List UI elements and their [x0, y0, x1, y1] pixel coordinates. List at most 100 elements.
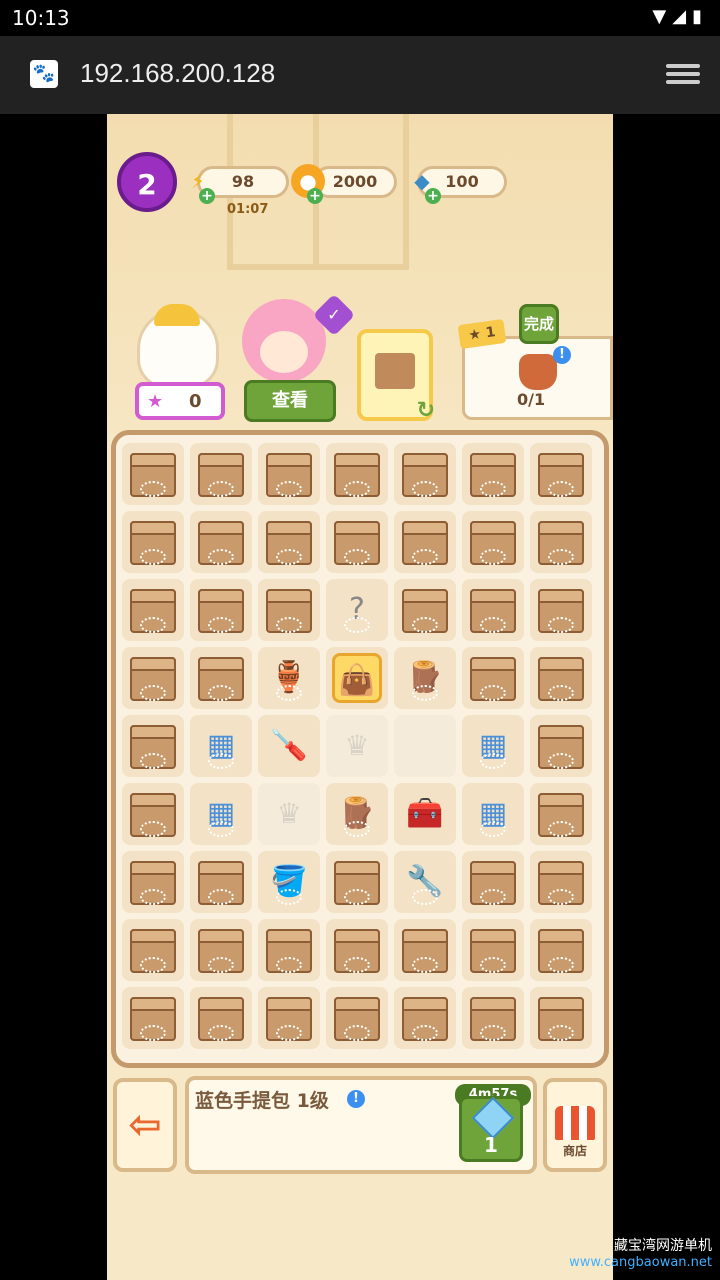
url-field[interactable]: 192.168.200.128	[80, 58, 275, 89]
board-tile-box[interactable]	[122, 919, 184, 981]
board-tile-box[interactable]	[258, 987, 320, 1049]
task-progress: 0/1	[517, 390, 546, 409]
board-tile-crown[interactable]: ♛	[326, 715, 388, 777]
board-tile-box[interactable]	[326, 919, 388, 981]
board-tile-web-item[interactable]: 🪵	[394, 647, 456, 709]
cobweb-icon	[412, 685, 438, 701]
board-tile-web[interactable]: ?	[326, 579, 388, 641]
board-tile-box[interactable]	[326, 511, 388, 573]
order-card[interactable]: ↻	[357, 329, 435, 423]
sell-button[interactable]: 1	[459, 1096, 523, 1162]
board-tile-box[interactable]	[462, 919, 524, 981]
board-tile-box[interactable]	[462, 647, 524, 709]
board-tile-box[interactable]	[122, 851, 184, 913]
board-tile-box[interactable]	[258, 919, 320, 981]
board-tile-box[interactable]	[190, 919, 252, 981]
board-tile-box[interactable]	[122, 783, 184, 845]
board-tile-box[interactable]	[530, 987, 592, 1049]
cobweb-icon	[344, 617, 370, 633]
cobweb-icon	[344, 889, 370, 905]
board-tile-box[interactable]	[530, 783, 592, 845]
paw-icon[interactable]: 🐾	[30, 60, 58, 88]
board-tile-box[interactable]	[122, 647, 184, 709]
board-tile-box[interactable]	[530, 443, 592, 505]
cobweb-icon	[208, 1025, 234, 1041]
cobweb-icon	[412, 481, 438, 497]
add-gems-icon[interactable]: +	[425, 188, 441, 204]
task-star-value: 1	[484, 324, 497, 342]
board-tile-toolbox[interactable]: 🧰	[394, 783, 456, 845]
board-tile-web-pot[interactable]: 🪣	[258, 851, 320, 913]
board-tile-web-tool[interactable]: 🔧	[394, 851, 456, 913]
item-info-icon[interactable]: !	[347, 1090, 365, 1108]
cobweb-icon	[344, 481, 370, 497]
board-tile-box[interactable]	[394, 443, 456, 505]
cobweb-icon	[548, 617, 574, 633]
cobweb-icon	[480, 685, 506, 701]
board-tile-web-item[interactable]: 🪵	[326, 783, 388, 845]
info-icon[interactable]: !	[553, 346, 571, 364]
board-tile-screwdriver[interactable]: 🪛	[258, 715, 320, 777]
add-energy-icon[interactable]: +	[199, 188, 215, 204]
board-tile-box[interactable]	[258, 579, 320, 641]
board-tile-box[interactable]	[258, 443, 320, 505]
menu-icon[interactable]	[666, 60, 700, 90]
complete-button[interactable]: 完成	[519, 304, 559, 344]
board-tile-box[interactable]	[462, 579, 524, 641]
refresh-arrow-icon: ↻	[416, 398, 435, 423]
board-tile-box[interactable]	[326, 851, 388, 913]
board-tile-box[interactable]	[530, 851, 592, 913]
add-coins-icon[interactable]: +	[307, 188, 323, 204]
exit-button[interactable]: ⇦	[113, 1078, 177, 1172]
player-level-badge[interactable]: 2	[117, 152, 177, 212]
board-tile-box[interactable]	[462, 987, 524, 1049]
board-tile-box[interactable]	[394, 919, 456, 981]
board-tile-web-blue[interactable]: ▦	[190, 783, 252, 845]
board-tile-box[interactable]	[122, 987, 184, 1049]
bunny-character[interactable]	[137, 304, 219, 389]
board-tile-box[interactable]	[190, 987, 252, 1049]
girl-character[interactable]	[242, 299, 326, 383]
board-tile-box[interactable]	[122, 511, 184, 573]
board-tile-box[interactable]	[530, 579, 592, 641]
cobweb-icon	[548, 889, 574, 905]
glove-icon	[519, 354, 557, 390]
cobweb-icon	[344, 821, 370, 837]
shop-button[interactable]: 商店	[543, 1078, 607, 1172]
board-tile-box[interactable]	[190, 443, 252, 505]
cobweb-icon	[276, 1025, 302, 1041]
board-tile-box[interactable]	[190, 647, 252, 709]
board-tile-box[interactable]	[394, 511, 456, 573]
board-tile-box[interactable]	[530, 715, 592, 777]
board-tile-web-vase[interactable]: 🏺	[258, 647, 320, 709]
board-tile-box[interactable]	[394, 987, 456, 1049]
board-tile-box[interactable]	[462, 443, 524, 505]
board-tile-box[interactable]	[462, 511, 524, 573]
board-tile-box[interactable]	[122, 715, 184, 777]
board-tile-web-blue[interactable]: ▦	[462, 783, 524, 845]
board-tile-web-blue[interactable]: ▦	[462, 715, 524, 777]
board-tile-bag[interactable]: 👜	[326, 647, 388, 709]
merge-board: ? 🏺 👜 🪵 ▦ 🪛 ♛ ▦ ▦ ♛ 🪵 🧰 ▦ 🪣 🔧	[111, 430, 609, 1068]
board-tile-box[interactable]	[394, 579, 456, 641]
board-tile-web-blue[interactable]: ▦	[190, 715, 252, 777]
board-tile-box[interactable]	[326, 987, 388, 1049]
board-tile-empty[interactable]	[394, 715, 456, 777]
view-button[interactable]: 查看	[244, 380, 336, 422]
board-tile-box[interactable]	[122, 443, 184, 505]
board-tile-box[interactable]	[122, 579, 184, 641]
selected-item-name: 蓝色手提包 1级	[195, 1090, 329, 1112]
board-tile-box[interactable]	[190, 579, 252, 641]
game-viewport[interactable]: 2 98 ⚡ + 01:07 2000 ● + 100 ◆ + ★ 0 ✓ 查看…	[107, 114, 613, 1280]
board-tile-crown[interactable]: ♛	[258, 783, 320, 845]
coin-counter[interactable]: 2000	[313, 166, 397, 198]
board-tile-box[interactable]	[530, 511, 592, 573]
board-tile-box[interactable]	[530, 647, 592, 709]
board-tile-box[interactable]	[462, 851, 524, 913]
board-tile-box[interactable]	[190, 851, 252, 913]
board-tile-box[interactable]	[326, 443, 388, 505]
board-tile-box[interactable]	[530, 919, 592, 981]
board-tile-box[interactable]	[190, 511, 252, 573]
shop-label: 商店	[562, 1144, 587, 1158]
board-tile-box[interactable]	[258, 511, 320, 573]
